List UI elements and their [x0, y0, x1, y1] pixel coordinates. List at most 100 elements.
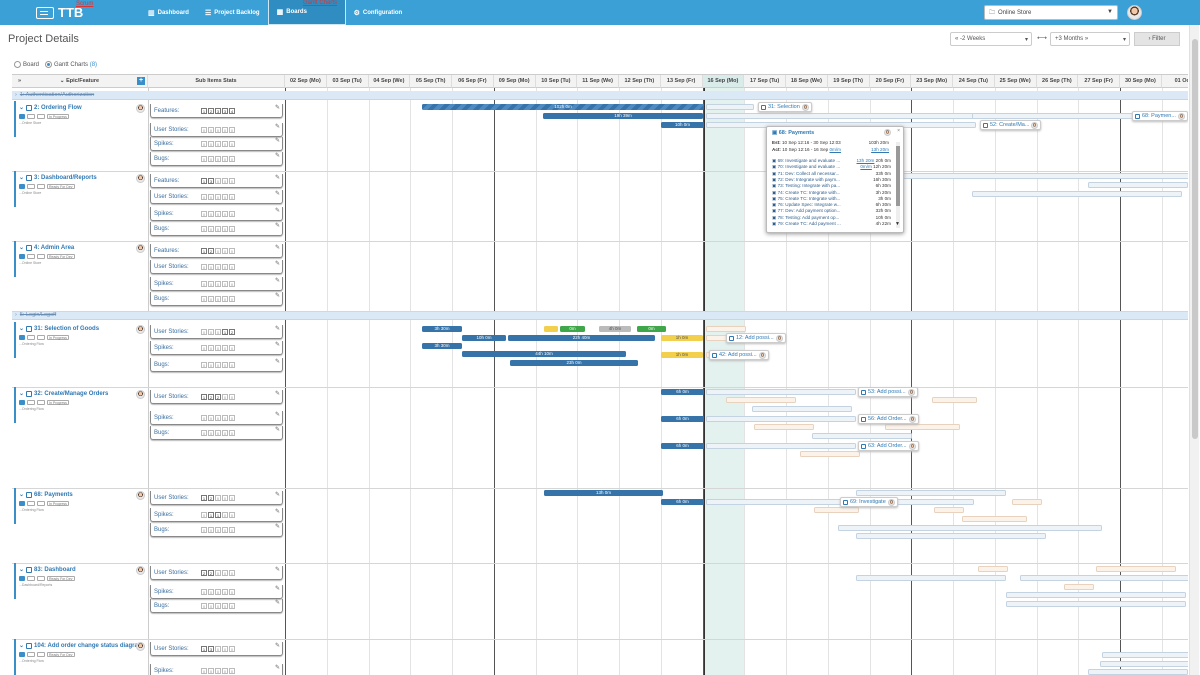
assignee-avatar[interactable] [136, 244, 145, 253]
epic-title[interactable]: ⌄ 4: Admin Area [19, 244, 147, 251]
planned-bar[interactable] [754, 424, 814, 430]
edit-icon[interactable]: ✎ [275, 390, 280, 397]
popup-task-row[interactable]: ▣ 69: Investigate and evaluate ... 13h 20… [772, 158, 891, 164]
edit-icon[interactable]: ✎ [275, 260, 280, 267]
epic-title[interactable]: ⌄ 31: Selection of Goods [19, 325, 147, 332]
radio-board[interactable] [14, 61, 21, 68]
planned-bar[interactable] [1096, 566, 1176, 572]
planned-bar[interactable] [706, 113, 986, 119]
gantt-bar[interactable]: 3h 30m [422, 326, 462, 332]
add-epic-button[interactable]: + [137, 77, 145, 85]
task-chip[interactable]: 12: Add possi... [726, 333, 786, 343]
popup-scrollbar[interactable] [896, 142, 900, 228]
epic-card[interactable]: ⌄ 2: Ordering Flow In Progress ...Online St… [14, 101, 147, 137]
popup-task-row[interactable]: ▣ 74: Create TC: Integrate with... 3h 20… [772, 190, 891, 196]
edit-icon[interactable]: ✎ [275, 585, 280, 592]
edit-icon[interactable]: ✎ [275, 207, 280, 214]
range-start-select[interactable]: « -2 Weeks ▾ [950, 32, 1032, 46]
popup-task-row[interactable]: ▣ 71: Dev: Collect all necessar... 33h 0… [772, 171, 891, 177]
epic-title[interactable]: ⌄ 68: Payments [19, 491, 147, 498]
expand-all-icon[interactable]: » [18, 78, 21, 84]
gantt-bar[interactable]: 10h 0m [661, 122, 704, 128]
add-item-icon[interactable] [19, 254, 25, 259]
gantt-bar[interactable]: 13h 0m [544, 490, 663, 496]
task-chip[interactable]: 69: Investigate [840, 497, 898, 507]
assignee-avatar[interactable] [136, 104, 145, 113]
assignee-avatar[interactable] [136, 642, 145, 651]
add-item-icon[interactable] [19, 652, 25, 657]
popup-task-row[interactable]: ▣ 79: Create TC: Add payment ... 4h 22m [772, 221, 891, 227]
edit-icon[interactable]: ✎ [275, 523, 280, 530]
popup-task-row[interactable]: ▣ 78: Testing: Add payment op... 10h 0m [772, 215, 891, 221]
planned-bar[interactable] [1006, 592, 1186, 598]
gantt-bar[interactable]: 19h 39m [543, 113, 703, 119]
page-scrollbar-thumb[interactable] [1192, 39, 1198, 439]
gantt-bar[interactable]: 3h 30m [422, 343, 462, 349]
planned-bar[interactable] [856, 533, 1046, 539]
epic-card[interactable]: ⌄ 31: Selection of Goods In Progress ...Ord… [14, 322, 147, 358]
planned-bar[interactable] [726, 397, 796, 403]
group-row-login[interactable]: › 5: Login/Logoff [12, 311, 1188, 320]
nav-project-backlog[interactable]: ☰ Project Backlog [197, 0, 268, 25]
epic-card[interactable]: ⌄ 104: Add order change status diagram Rea… [14, 639, 147, 675]
planned-bar[interactable] [1102, 652, 1188, 658]
planned-bar[interactable] [706, 389, 856, 395]
epic-card[interactable]: ⌄ 83: Dashboard Ready For Dev ...Dashboard/… [14, 563, 147, 599]
planned-bar[interactable] [814, 507, 859, 513]
gantt-bar[interactable]: 6h 0m [661, 499, 704, 505]
edit-icon[interactable]: ✎ [275, 292, 280, 299]
planned-bar[interactable] [1006, 601, 1186, 607]
task-chip[interactable]: 63: Add Order... [858, 441, 919, 451]
edit-icon[interactable]: ✎ [275, 664, 280, 671]
planned-bar[interactable] [856, 490, 1006, 496]
popup-task-row[interactable]: ▣ 77: Dev: Add payment option... 32h 0m [772, 208, 891, 214]
edit-icon[interactable]: ✎ [275, 508, 280, 515]
edit-icon[interactable]: ✎ [275, 277, 280, 284]
user-avatar[interactable] [1127, 5, 1142, 20]
epic-title[interactable]: ⌄ 32: Create/Manage Orders [19, 390, 147, 397]
gantt-bar[interactable]: 10h 0m [462, 335, 506, 341]
range-end-select[interactable]: +3 Months » ▾ [1050, 32, 1130, 46]
gantt-bar[interactable]: 22h 40m [508, 335, 655, 341]
edit-icon[interactable]: ✎ [275, 358, 280, 365]
gantt-bar[interactable] [544, 326, 558, 332]
group-row-auth[interactable]: › 1: Authentication/Authorization [12, 91, 1188, 100]
task-chip[interactable]: 31: Selection [758, 102, 812, 112]
planned-bar[interactable] [1012, 499, 1042, 505]
edit-icon[interactable]: ✎ [275, 123, 280, 130]
edit-icon[interactable]: ✎ [275, 341, 280, 348]
planned-bar[interactable] [934, 507, 964, 513]
gantt-bar[interactable]: 23h 0m [510, 360, 638, 366]
popup-task-row[interactable]: ▣ 75: Create TC: Integrate with... 3h 0m [772, 196, 891, 202]
planned-bar[interactable] [885, 424, 960, 430]
edit-icon[interactable]: ✎ [275, 244, 280, 251]
popup-task-row[interactable]: ▣ 73: Testing: Integrate with pa... 6h 3… [772, 183, 891, 189]
epic-card[interactable]: ⌄ 32: Create/Manage Orders In Progress ...O… [14, 387, 147, 423]
assignee-avatar[interactable] [136, 566, 145, 575]
edit-icon[interactable]: ✎ [275, 325, 280, 332]
edit-icon[interactable]: ✎ [275, 642, 280, 649]
epic-title[interactable]: ⌄ 2: Ordering Flow [19, 104, 147, 111]
popup-task-row[interactable]: ▣ 70: Investigate and evaluate ... 0m/m 1… [772, 164, 891, 170]
edit-icon[interactable]: ✎ [275, 190, 280, 197]
scroll-down-icon[interactable]: ▼ [895, 221, 900, 227]
assignee-avatar[interactable] [136, 491, 145, 500]
planned-bar[interactable] [1088, 669, 1188, 675]
planned-bar[interactable] [978, 566, 1008, 572]
store-select[interactable]: 🗀 Online Store ▼ [984, 5, 1118, 20]
epic-title[interactable]: ⌄ 104: Add order change status diagram [19, 642, 147, 649]
epic-title[interactable]: ⌄ 3: Dashboard/Reports [19, 174, 147, 181]
gantt-bar[interactable]: 6h 0m [661, 389, 704, 395]
gantt-bar[interactable]: 6h 0m [661, 443, 704, 449]
edit-icon[interactable]: ✎ [275, 152, 280, 159]
planned-bar[interactable] [706, 443, 856, 449]
radio-gantt[interactable] [45, 61, 53, 68]
task-chip[interactable]: 56: Add Order... [858, 414, 919, 424]
task-chip[interactable]: 42: Add possi... [709, 350, 769, 360]
planned-bar[interactable] [800, 451, 860, 457]
edit-icon[interactable]: ✎ [275, 137, 280, 144]
edit-icon[interactable]: ✎ [275, 491, 280, 498]
task-chip[interactable]: 52: Create/Ma... [980, 120, 1042, 130]
planned-bar[interactable] [856, 575, 1006, 581]
task-chip[interactable]: 53: Add possi... [858, 387, 918, 397]
